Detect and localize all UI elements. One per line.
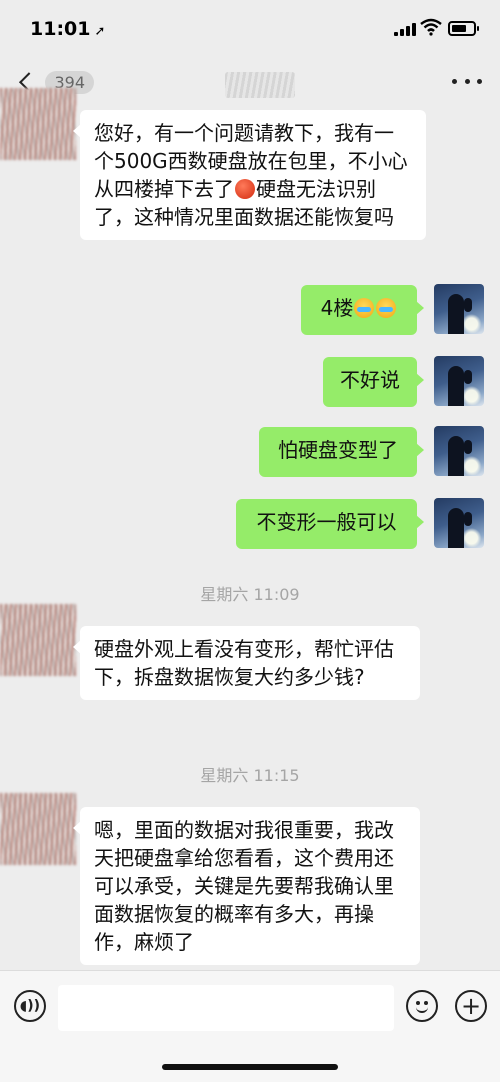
message-bubble-outgoing: 不好说 xyxy=(323,357,424,407)
message-text-field[interactable] xyxy=(58,985,394,1031)
contact-avatar[interactable] xyxy=(0,88,76,160)
plus-icon: + xyxy=(460,992,482,1020)
more-button[interactable] xyxy=(452,74,482,88)
contact-avatar[interactable] xyxy=(0,604,76,676)
more-icon xyxy=(452,78,457,84)
cellular-signal-icon xyxy=(394,22,416,36)
message-text: 不变形一般可以 xyxy=(256,510,397,534)
emoji-button[interactable] xyxy=(406,990,438,1022)
my-avatar[interactable] xyxy=(434,356,484,406)
contact-avatar[interactable] xyxy=(0,793,76,865)
message-text: 4楼 xyxy=(320,296,354,320)
location-arrow-icon: ➚ xyxy=(94,24,106,39)
message-bubble-outgoing: 怕硬盘变型了 xyxy=(259,427,424,477)
my-avatar[interactable] xyxy=(434,498,484,548)
timestamp: 星期六 11:09 xyxy=(200,585,300,604)
more-functions-button[interactable]: + xyxy=(455,990,487,1022)
crying-laughing-emoji-icon xyxy=(354,298,375,318)
message-text: 硬盘外观上看没有变形，帮忙评估下，拆盘数据恢复大约多少钱? xyxy=(94,637,394,689)
my-avatar[interactable] xyxy=(434,284,484,334)
message-bubble-outgoing: 不变形一般可以 xyxy=(236,499,424,549)
message-bubble-incoming: 嗯，里面的数据对我很重要，我改天把硬盘拿给您看看，这个费用还可以承受，关键是先要… xyxy=(73,807,420,965)
angry-face-emoji-icon xyxy=(235,179,255,199)
voice-input-button[interactable]: ◖)) xyxy=(14,990,46,1022)
battery-icon xyxy=(448,21,479,36)
message-bubble-outgoing: 4楼 xyxy=(301,285,424,335)
message-text: 嗯，里面的数据对我很重要，我改天把硬盘拿给您看看，这个费用还可以承受，关键是先要… xyxy=(94,818,394,954)
home-indicator xyxy=(162,1064,338,1070)
status-bar: 11:01 ➚ xyxy=(0,0,500,58)
chat-title-redacted xyxy=(225,72,295,98)
status-time: 11:01 ➚ xyxy=(30,18,106,40)
timestamp: 星期六 11:15 xyxy=(200,766,300,785)
crying-laughing-emoji-icon xyxy=(376,298,397,318)
message-bubble-incoming: 硬盘外观上看没有变形，帮忙评估下，拆盘数据恢复大约多少钱? xyxy=(73,626,420,700)
message-bubble-incoming: 您好，有一个问题请教下，我有一个500G西数硬盘放在包里，不小心从四楼掉下去了硬… xyxy=(73,110,426,240)
wifi-icon xyxy=(420,18,442,36)
message-text: 怕硬盘变型了 xyxy=(278,438,398,462)
emoji-icon xyxy=(408,992,436,1020)
my-avatar[interactable] xyxy=(434,426,484,476)
message-text: 不好说 xyxy=(340,368,400,392)
voice-icon: ◖)) xyxy=(19,998,41,1014)
